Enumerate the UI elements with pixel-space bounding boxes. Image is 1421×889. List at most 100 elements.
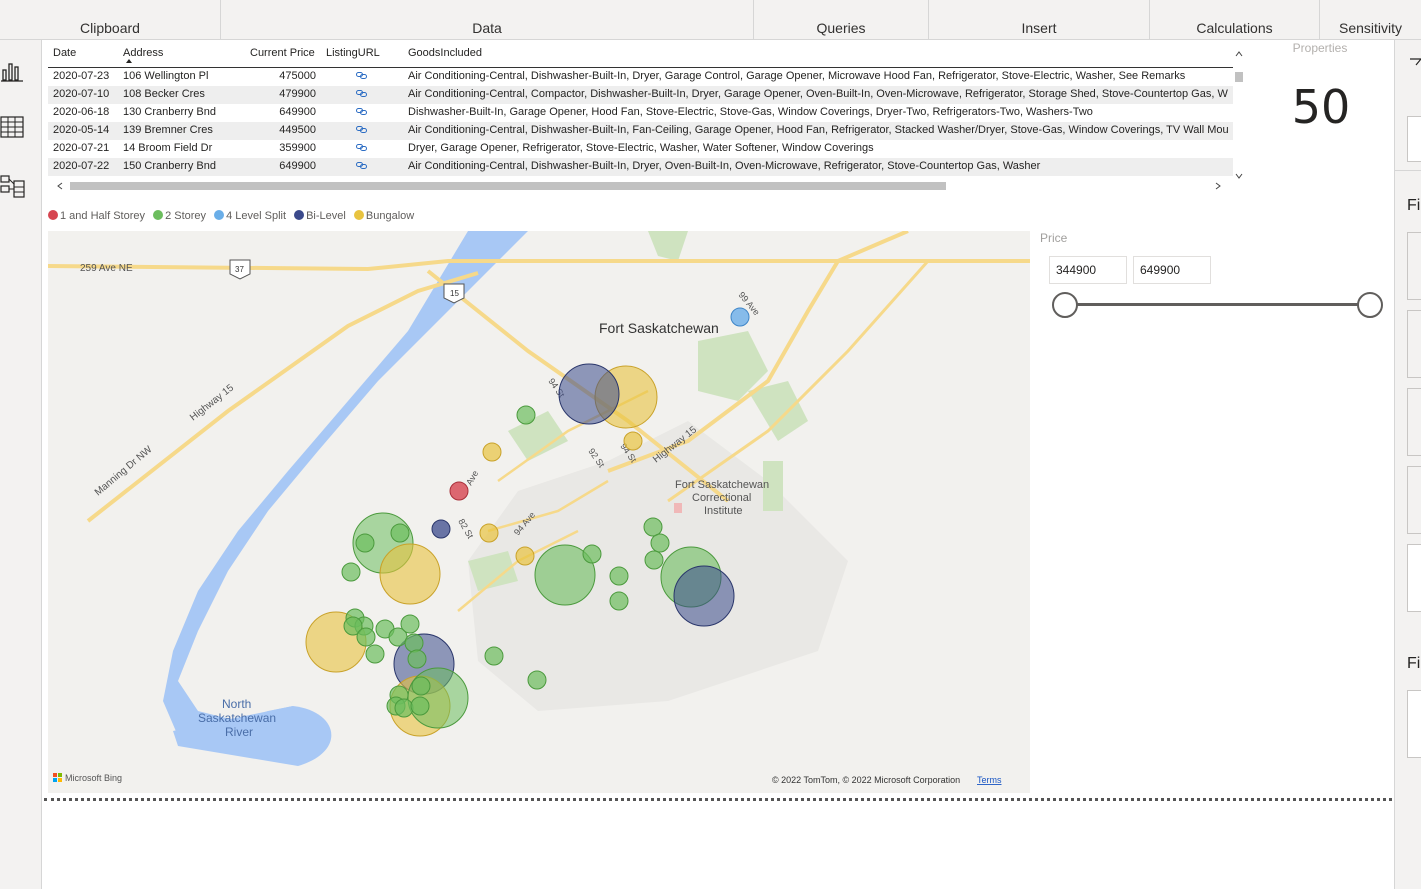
model-view-icon[interactable]: [0, 172, 26, 202]
ribbon-group-insert[interactable]: Insert: [929, 0, 1150, 40]
shield-37-label: 37: [235, 265, 244, 274]
filters-section-label-2: Fi: [1407, 655, 1421, 672]
label-river-1: North: [222, 697, 251, 711]
bubble-bungalow: [379, 543, 441, 605]
listing-link-icon[interactable]: [356, 108, 367, 115]
filter-card-3[interactable]: [1407, 388, 1421, 456]
legend-item[interactable]: Bi-Level: [294, 210, 346, 222]
legend-item[interactable]: 4 Level Split: [214, 210, 286, 222]
ribbon: Clipboard Data Queries Insert Calculatio…: [0, 0, 1421, 40]
filter-icon[interactable]: [1410, 58, 1421, 72]
table-row[interactable]: 2020-07-21 14 Broom Field Dr 359900 Dryer, …: [48, 140, 1233, 158]
bubble-bungalow: [482, 442, 502, 462]
legend-swatch-1-and-half-storey: [48, 210, 58, 220]
map-legend: 1 and Half Storey 2 Storey 4 Level Split…: [48, 210, 419, 224]
header-listingurl[interactable]: ListingURL: [326, 47, 380, 59]
bubble-2-storey: [527, 670, 547, 690]
card-label: Properties: [1292, 41, 1348, 55]
bubble-2-storey: [390, 523, 410, 543]
filter-card-1[interactable]: [1407, 232, 1421, 300]
ribbon-group-sensitivity[interactable]: Sensitivity: [1320, 0, 1421, 40]
label-259-ave: 259 Ave NE: [80, 263, 133, 274]
bubble-2-storey: [365, 644, 385, 664]
header-address[interactable]: Address: [123, 47, 163, 59]
bubble-2-storey: [407, 649, 427, 669]
header-price[interactable]: Current Price: [250, 47, 315, 59]
ribbon-label-queries: Queries: [816, 20, 866, 36]
bubble-2-storey: [410, 696, 430, 716]
filter-card-6[interactable]: [1407, 690, 1421, 758]
listing-link-icon[interactable]: [356, 90, 367, 97]
data-view-icon[interactable]: [0, 112, 26, 142]
cell-goods: Air Conditioning-Central, Compactor, Dis…: [408, 88, 1228, 100]
table-row[interactable]: 2020-05-14 139 Bremner Cres 449500 Air Cond…: [48, 122, 1233, 140]
header-goods[interactable]: GoodsIncluded: [408, 47, 482, 59]
table-row[interactable]: 2020-07-23 106 Wellington Pl 475000 Air Con…: [48, 68, 1233, 86]
bubble-2-storey: [643, 517, 663, 537]
bubble-2-storey: [609, 591, 629, 611]
filters-divider: [1395, 170, 1421, 171]
filter-card-4[interactable]: [1407, 466, 1421, 534]
bubble-map[interactable]: 259 Ave NE 37 15 Highway 15 Manning Dr N…: [48, 231, 1030, 793]
legend-swatch-bungalow: [353, 210, 364, 220]
listing-link-icon[interactable]: [356, 162, 367, 169]
cell-address: 130 Cranberry Bnd: [123, 106, 216, 118]
label-city: Fort Saskatchewan: [599, 320, 719, 336]
cell-address: 108 Becker Cres: [123, 88, 205, 100]
institute-icon: [674, 503, 682, 513]
filter-card-2[interactable]: [1407, 310, 1421, 378]
bubble-bungalow: [479, 523, 499, 543]
cell-goods: Dryer, Garage Opener, Refrigerator, Stov…: [408, 142, 874, 154]
table-row[interactable]: 2020-07-10 108 Becker Cres 479900 Air Condi…: [48, 86, 1233, 104]
bubble-2-storey: [394, 698, 414, 718]
bubble-2-storey: [356, 627, 376, 647]
bubble-2-storey: [609, 566, 629, 586]
bubble-bi-level: [558, 363, 620, 425]
price-min-input[interactable]: 344900: [1049, 256, 1127, 284]
cell-price: 475000: [279, 70, 316, 82]
cell-address: 14 Broom Field Dr: [123, 142, 213, 154]
label-river-3: River: [225, 725, 253, 739]
listing-link-icon[interactable]: [356, 144, 367, 151]
report-view-icon[interactable]: [0, 54, 26, 84]
table-row[interactable]: 2020-07-22 150 Cranberry Bnd 649900 Air Con…: [48, 158, 1233, 176]
ribbon-group-clipboard[interactable]: Clipboard: [0, 0, 221, 40]
legend-label: Bi-Level: [306, 210, 346, 222]
legend-item[interactable]: 2 Storey: [153, 210, 206, 222]
table-horizontal-scrollbar[interactable]: [48, 180, 1233, 192]
filter-card-5[interactable]: [1407, 544, 1421, 612]
filter-search-box[interactable]: [1407, 116, 1421, 162]
cell-address: 150 Cranberry Bnd: [123, 160, 216, 172]
legend-item[interactable]: 1 and Half Storey: [48, 210, 145, 222]
header-date[interactable]: Date: [53, 47, 76, 59]
legend-label: 4 Level Split: [226, 210, 287, 222]
legend-swatch-2-storey: [153, 210, 164, 220]
bubble-2-storey: [355, 533, 375, 553]
cell-price: 649900: [279, 160, 316, 172]
table-vertical-scrollbar[interactable]: [1235, 50, 1243, 180]
legend-item[interactable]: Bungalow: [353, 210, 414, 222]
label-institute-1: Fort Saskatchewan: [675, 479, 769, 491]
price-slider-min-handle[interactable]: [1052, 292, 1078, 318]
bubble-2-storey: [411, 676, 431, 696]
map-terms-link[interactable]: Terms: [977, 775, 1002, 785]
listing-link-icon[interactable]: [356, 126, 367, 133]
listings-table[interactable]: Date Address Current Price ListingURL Go…: [48, 40, 1243, 192]
ribbon-group-calculations[interactable]: Calculations: [1150, 0, 1320, 40]
ribbon-group-data[interactable]: Data: [221, 0, 754, 40]
price-slider-track[interactable]: [1066, 303, 1370, 306]
price-slider-max-handle[interactable]: [1357, 292, 1383, 318]
cell-goods: Dishwasher-Built-In, Garage Opener, Hood…: [408, 106, 1093, 118]
cell-price: 649900: [279, 106, 316, 118]
price-max-input[interactable]: 649900: [1133, 256, 1211, 284]
table-row[interactable]: 2020-06-18 130 Cranberry Bnd 649900 Dishwas…: [48, 104, 1233, 122]
bubble-2-storey: [582, 544, 602, 564]
bubble-2-storey: [516, 405, 536, 425]
map-base[interactable]: 259 Ave NE 37 15 Highway 15 Manning Dr N…: [48, 231, 1030, 793]
page-boundary: [44, 798, 1392, 801]
bubble-2-storey: [644, 550, 664, 570]
ribbon-group-queries[interactable]: Queries: [754, 0, 929, 40]
listing-link-icon[interactable]: [356, 72, 367, 79]
legend-swatch-bi-level: [294, 210, 305, 220]
legend-swatch-4-level-split: [214, 210, 225, 220]
